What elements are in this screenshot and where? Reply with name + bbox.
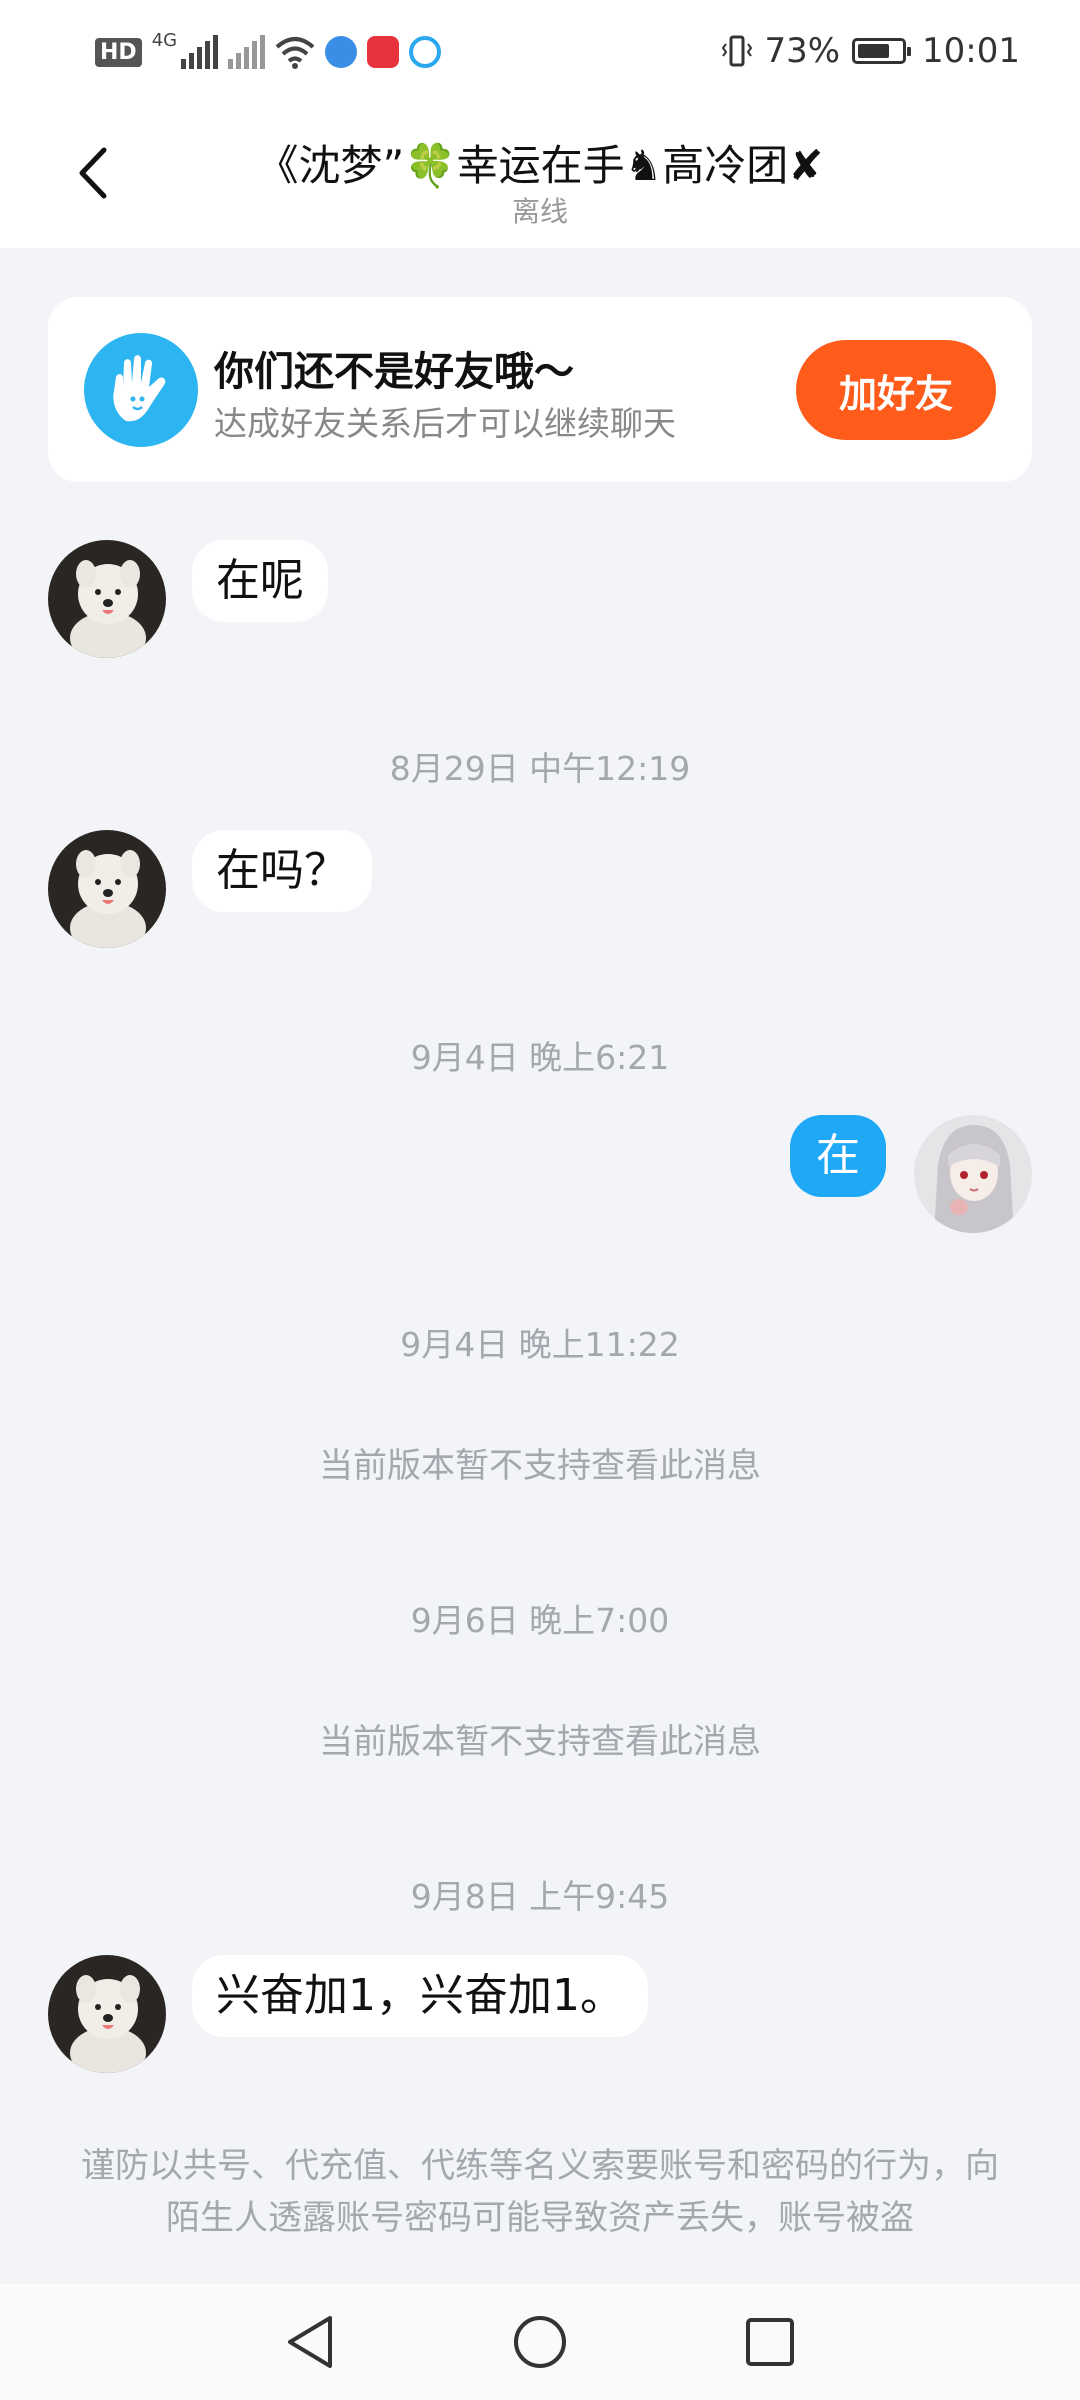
status-bar: HD 4G 73% 10:01 bbox=[0, 0, 1080, 100]
vibrate-icon bbox=[722, 35, 753, 67]
online-status: 离线 bbox=[511, 195, 568, 228]
message-timestamp: 9月6日 晚上7:00 bbox=[410, 1601, 670, 1640]
unsupported-message-notice: 当前版本暂不支持查看此消息 bbox=[319, 1446, 761, 1486]
message-timestamp: 8月29日 中午12:19 bbox=[389, 749, 691, 788]
hand-wave-icon bbox=[84, 333, 198, 447]
network-type-label: 4G bbox=[151, 30, 178, 51]
huawei-appgallery-icon bbox=[367, 36, 400, 68]
signal-no-service-icon bbox=[228, 35, 266, 69]
back-triangle-icon bbox=[288, 2316, 332, 2368]
banner-subtitle: 达成好友关系后才可以继续聊天 bbox=[214, 404, 676, 443]
banner-title: 你们还不是好友哦～ bbox=[214, 349, 574, 395]
message-timestamp: 9月4日 晚上11:22 bbox=[400, 1325, 680, 1364]
nav-back-button[interactable] bbox=[280, 2312, 340, 2372]
clock: 10:01 bbox=[922, 31, 1020, 71]
add-friend-banner: 你们还不是好友哦～ 达成好友关系后才可以继续聊天 加好友 bbox=[48, 297, 1032, 482]
chat-app-icon bbox=[409, 36, 442, 68]
avatar[interactable] bbox=[48, 830, 166, 948]
browser-app-icon bbox=[325, 36, 358, 68]
system-nav-bar bbox=[0, 2284, 1080, 2400]
recents-square-icon bbox=[746, 2318, 794, 2366]
avatar-self[interactable] bbox=[914, 1115, 1032, 1233]
unsupported-message-notice: 当前版本暂不支持查看此消息 bbox=[319, 1722, 761, 1762]
message-timestamp: 9月8日 上午9:45 bbox=[410, 1877, 670, 1916]
message-timestamp: 9月4日 晚上6:21 bbox=[410, 1038, 670, 1077]
message-bubble[interactable]: 在吗？ bbox=[192, 830, 372, 912]
status-right-icons: 73% 10:01 bbox=[722, 28, 1020, 74]
avatar[interactable] bbox=[48, 540, 166, 658]
nav-recents-button[interactable] bbox=[740, 2312, 800, 2372]
chat-header: 《沈梦”🍀幸运在手♞高冷团✘ 离线 bbox=[0, 100, 1080, 248]
avatar[interactable] bbox=[48, 1955, 166, 2073]
home-circle-icon bbox=[514, 2316, 566, 2368]
message-bubble[interactable]: 兴奋加1，兴奋加1。 bbox=[192, 1955, 648, 2037]
security-warning: 谨防以共号、代充值、代练等名义索要账号和密码的行为，向陌生人透露账号密码可能导致… bbox=[81, 2146, 999, 2238]
nav-home-button[interactable] bbox=[510, 2312, 570, 2372]
message-bubble-mine[interactable]: 在 bbox=[790, 1115, 886, 1197]
status-left-icons: HD 4G bbox=[95, 30, 442, 74]
add-friend-button[interactable]: 加好友 bbox=[796, 340, 996, 440]
signal-icon bbox=[181, 35, 219, 69]
battery-icon bbox=[852, 38, 912, 64]
chat-title[interactable]: 《沈梦”🍀幸运在手♞高冷团✘ bbox=[140, 132, 940, 193]
battery-percent: 73% bbox=[764, 31, 841, 71]
message-bubble[interactable]: 在呢 bbox=[192, 540, 328, 622]
wifi-icon bbox=[275, 37, 315, 69]
hd-icon: HD bbox=[95, 37, 142, 67]
